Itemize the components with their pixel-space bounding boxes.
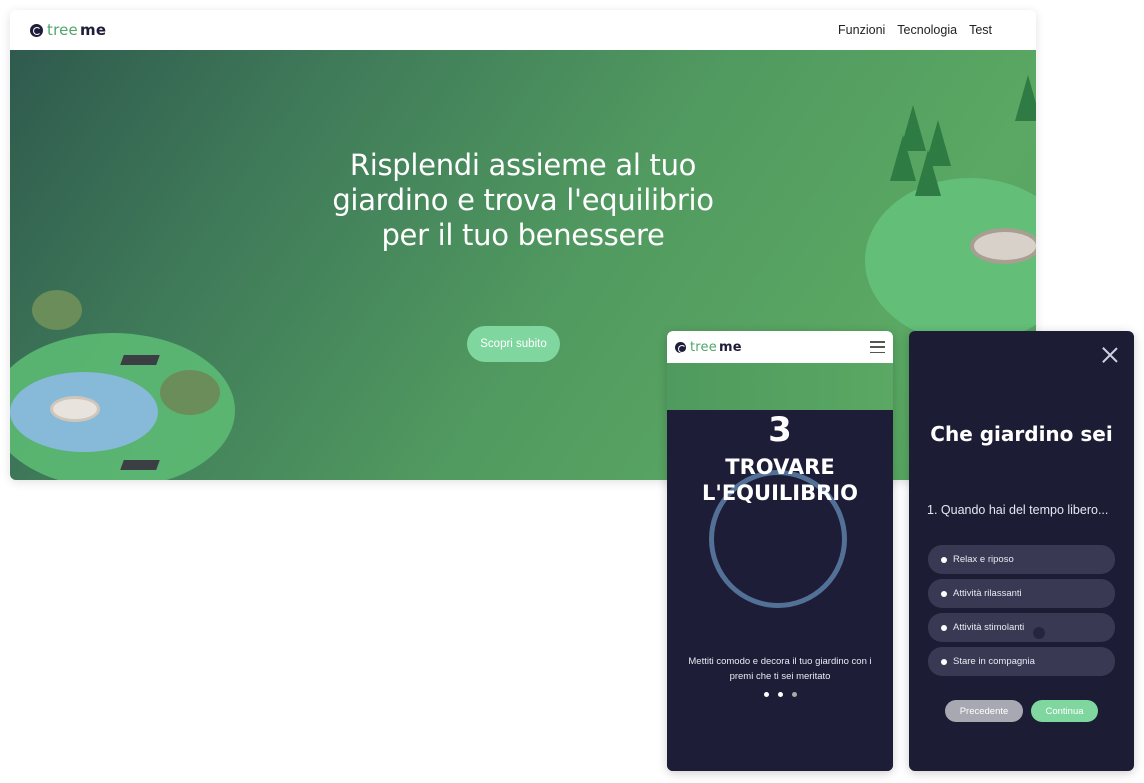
radio-bullet-icon xyxy=(941,590,947,597)
carousel-pagination xyxy=(667,692,893,697)
desktop-nav-menu: Funzioni Tecnologia Test xyxy=(838,23,992,37)
step-title: TROVARE L'EQUILIBRIO xyxy=(702,455,858,505)
blossom-tree-illustration xyxy=(160,370,220,415)
quiz-option[interactable]: Attività stimolanti xyxy=(928,613,1115,642)
option-label: Relax e riposo xyxy=(953,554,1014,565)
quiz-option[interactable]: Attività rilassanti xyxy=(928,579,1115,608)
pointer-cursor-icon xyxy=(1033,627,1045,639)
quiz-option[interactable]: Stare in compagnia xyxy=(928,647,1115,676)
logo-icon xyxy=(30,23,43,37)
pagination-dot[interactable] xyxy=(777,692,783,697)
nav-link-funzioni[interactable]: Funzioni xyxy=(838,23,885,37)
hamburger-menu-icon[interactable] xyxy=(870,341,885,353)
mobile-logo[interactable]: tree me xyxy=(675,340,742,355)
discover-now-button[interactable]: Scopri subito xyxy=(467,326,560,362)
logo-text-suffix: me xyxy=(79,21,107,39)
radio-bullet-icon xyxy=(941,556,947,563)
previous-button[interactable]: Precedente xyxy=(945,700,1023,722)
onboarding-slide: 3 TROVARE L'EQUILIBRIO Mettiti comodo e … xyxy=(667,410,893,771)
hero-title: Risplendi assieme al tuo giardino e trov… xyxy=(332,148,714,252)
logo-icon xyxy=(675,341,686,353)
logo-text-suffix: me xyxy=(718,339,742,355)
fountain-illustration xyxy=(50,396,100,422)
pagination-dot-active[interactable] xyxy=(791,692,797,697)
option-label: Attività stimolanti xyxy=(953,622,1025,633)
radio-bullet-icon xyxy=(941,624,947,631)
pine-tree-illustration xyxy=(1015,75,1036,121)
desktop-navbar: tree me Funzioni Tecnologia Test xyxy=(10,10,1036,50)
quiz-question: 1. Quando hai del tempo libero... xyxy=(927,503,1109,517)
mobile-onboarding-screen: tree me 3 TROVARE L'EQUILIBRIO Mettiti co… xyxy=(667,331,893,771)
step-number: 3 xyxy=(768,410,792,450)
logo[interactable]: tree me xyxy=(30,21,106,39)
pagination-dot[interactable] xyxy=(763,692,769,697)
logo-text-prefix: tree xyxy=(47,21,78,39)
logo-text-prefix: tree xyxy=(690,339,717,355)
quiz-screen: Che giardino sei 1. Quando hai del tempo… xyxy=(909,331,1134,771)
option-label: Stare in compagnia xyxy=(953,656,1035,667)
bench-illustration xyxy=(120,460,160,470)
continue-button[interactable]: Continua xyxy=(1031,700,1098,722)
mobile-navbar: tree me xyxy=(667,331,893,363)
quiz-option[interactable]: Relax e riposo xyxy=(928,545,1115,574)
quiz-title: Che giardino sei xyxy=(930,422,1113,446)
nav-link-tecnologia[interactable]: Tecnologia xyxy=(897,23,957,37)
nav-link-test[interactable]: Test xyxy=(969,23,992,37)
step-description: Mettiti comodo e decora il tuo giardino … xyxy=(688,656,872,682)
mobile-hero-strip xyxy=(667,363,893,410)
option-label: Attività rilassanti xyxy=(953,588,1022,599)
close-icon[interactable] xyxy=(1102,347,1118,363)
bench-illustration xyxy=(120,355,160,365)
blossom-tree-illustration xyxy=(32,290,82,330)
radio-bullet-icon xyxy=(941,658,947,665)
